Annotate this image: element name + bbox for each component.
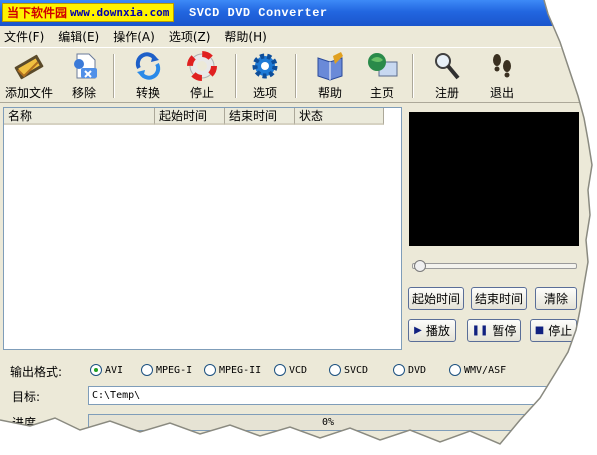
globe-home-icon	[368, 53, 398, 77]
window-title: SVCD DVD Converter	[189, 6, 328, 20]
pause-label: 暂停	[492, 324, 517, 338]
toolbar-separator	[235, 54, 237, 98]
toolbar: 添加文件 移除 转换 停止 选项 帮助 主页 注册 退出	[0, 47, 597, 103]
stop-label: 停止	[189, 86, 214, 100]
radio-dot	[329, 364, 341, 376]
lifebuoy-stop-icon	[187, 51, 217, 81]
remove-file-icon	[74, 53, 97, 79]
remove-label: 移除	[71, 86, 96, 100]
toolbar-separator	[412, 54, 414, 98]
set-end-time-button[interactable]: 结束时间	[471, 287, 527, 310]
video-preview	[409, 112, 579, 246]
radio-dot	[393, 364, 405, 376]
register-button[interactable]: 注册	[427, 50, 467, 102]
column-status[interactable]: 状态	[295, 108, 384, 125]
logo-url-text: www.downxia.com	[70, 6, 170, 19]
radio-dot	[90, 364, 102, 376]
logo-cn-text: 当下软件园	[7, 6, 68, 20]
player-stop-button[interactable]: ■ 停止	[530, 319, 577, 342]
set-start-time-button[interactable]: 起始时间	[408, 287, 464, 310]
target-label: 目标:	[12, 390, 41, 404]
magnifier-key-icon	[435, 53, 460, 80]
menu-action[interactable]: 操作(A)	[113, 28, 155, 45]
options-button[interactable]: 选项	[245, 50, 285, 102]
menu-options[interactable]: 选项(Z)	[169, 28, 211, 45]
footprints-exit-icon	[493, 54, 511, 78]
convert-arrows-icon	[135, 52, 161, 80]
format-label: VCD	[289, 364, 308, 376]
column-end-time[interactable]: 结束时间	[225, 108, 295, 125]
format-radio-wmv-asf[interactable]: WMV/ASF	[449, 364, 506, 376]
toolbar-separator	[295, 54, 297, 98]
format-label: SVCD	[344, 364, 369, 376]
app-window: 当下软件园 www.downxia.com SVCD DVD Converter…	[0, 0, 597, 455]
register-label: 注册	[434, 86, 459, 100]
radio-dot	[274, 364, 286, 376]
format-radio-mpeg2[interactable]: MPEG-II	[204, 364, 261, 376]
progress-percent: 0%	[322, 417, 335, 428]
help-book-icon	[317, 52, 343, 81]
output-format-label: 输出格式:	[10, 365, 63, 379]
convert-label: 转换	[135, 86, 160, 100]
format-radio-dvd[interactable]: DVD	[393, 364, 426, 376]
add-file-label: 添加文件	[4, 86, 53, 100]
seek-slider-track[interactable]	[412, 263, 577, 269]
player-stop-label: 停止	[548, 324, 573, 338]
home-button[interactable]: 主页	[362, 50, 402, 102]
title-bar[interactable]: 当下软件园 www.downxia.com SVCD DVD Converter	[0, 0, 597, 26]
play-label: 播放	[425, 324, 450, 338]
format-label: MPEG-II	[219, 364, 262, 376]
progress-label: 进度	[12, 416, 37, 430]
help-label: 帮助	[317, 86, 342, 100]
seek-slider-thumb[interactable]	[414, 260, 426, 272]
folder-browse-icon[interactable]	[548, 389, 564, 401]
file-list[interactable]: 名称 起始时间 结束时间 状态	[3, 107, 402, 350]
format-radio-mpeg1[interactable]: MPEG-I	[141, 364, 192, 376]
clear-button[interactable]: 清除	[535, 287, 577, 310]
remove-button[interactable]: 移除	[62, 50, 106, 102]
menu-file[interactable]: 文件(F)	[4, 28, 44, 45]
column-name[interactable]: 名称	[4, 108, 155, 125]
help-button[interactable]: 帮助	[310, 50, 350, 102]
play-icon: ▶	[414, 325, 422, 336]
toolbar-separator	[113, 54, 115, 98]
stop-square-icon: ■	[534, 325, 545, 336]
target-path-field[interactable]: C:\Temp\	[88, 386, 572, 405]
menu-bar: 文件(F) 编辑(E) 操作(A) 选项(Z) 帮助(H)	[0, 26, 597, 46]
radio-dot	[204, 364, 216, 376]
film-add-icon	[14, 54, 44, 80]
radio-dot	[141, 364, 153, 376]
format-label: MPEG-I	[156, 364, 193, 376]
play-button[interactable]: ▶ 播放	[408, 319, 456, 342]
format-radio-svcd[interactable]: SVCD	[329, 364, 368, 376]
home-label: 主页	[369, 86, 394, 100]
format-radio-vcd[interactable]: VCD	[274, 364, 307, 376]
options-label: 选项	[252, 86, 277, 100]
stop-button[interactable]: 停止	[182, 50, 222, 102]
radio-dot	[449, 364, 461, 376]
exit-label: 退出	[489, 86, 514, 100]
format-label: AVI	[105, 364, 124, 376]
convert-button[interactable]: 转换	[128, 50, 168, 102]
add-file-button[interactable]: 添加文件	[4, 50, 54, 102]
list-header: 名称 起始时间 结束时间 状态	[4, 108, 384, 125]
column-start-time[interactable]: 起始时间	[155, 108, 225, 125]
format-label: DVD	[408, 364, 427, 376]
menu-edit[interactable]: 编辑(E)	[58, 28, 99, 45]
site-logo-badge: 当下软件园 www.downxia.com	[2, 3, 175, 22]
exit-button[interactable]: 退出	[482, 50, 522, 102]
pause-button[interactable]: ❚❚ 暂停	[467, 319, 521, 342]
gear-icon	[252, 53, 278, 79]
pause-icon: ❚❚	[471, 325, 489, 336]
format-label: WMV/ASF	[464, 364, 507, 376]
menu-help[interactable]: 帮助(H)	[224, 28, 266, 45]
format-radio-avi[interactable]: AVI	[90, 364, 123, 376]
